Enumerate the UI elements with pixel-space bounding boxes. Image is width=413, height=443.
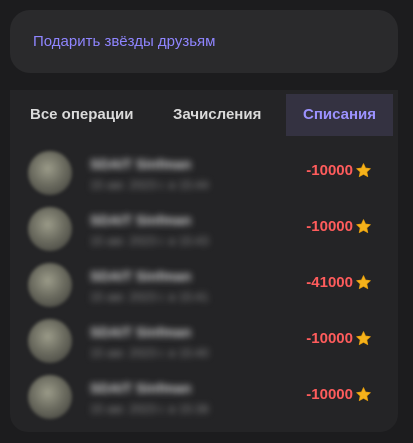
transaction-row[interactable]: SDAIT Sinfman 15 авг. 2023 г. в 15:41 -4… [10, 258, 398, 314]
transaction-row[interactable]: SDAIT Sinfman 15 авг. 2023 г. в 15:40 -1… [10, 314, 398, 370]
gift-stars-button[interactable]: Подарить звёзды друзьям [10, 10, 398, 73]
transaction-row[interactable]: SDAIT Sinfman 15 авг. 2023 г. в 15:38 -1… [10, 370, 398, 426]
avatar [28, 263, 72, 307]
transaction-amount: -10000 [306, 330, 353, 347]
transactions-panel: Все операции Зачисления Списания SDAIT S… [10, 90, 398, 432]
transaction-amount-group: -10000 [306, 330, 372, 347]
transaction-amount: -10000 [306, 218, 353, 235]
transaction-title: SDAIT Sinfman [90, 156, 192, 172]
transaction-amount-group: -10000 [306, 218, 372, 235]
tab-all-operations[interactable]: Все операции [30, 94, 133, 136]
star-icon [356, 387, 371, 402]
transaction-title: SDAIT Sinfman [90, 212, 192, 228]
transaction-row[interactable]: SDAIT Sinfman 15 авг. 2023 г. в 15:43 -1… [10, 202, 398, 258]
avatar [28, 151, 72, 195]
transaction-date: 15 авг. 2023 г. в 15:43 [90, 234, 209, 248]
transaction-title: SDAIT Sinfman [90, 268, 192, 284]
tab-outgoing[interactable]: Списания [286, 94, 393, 136]
transaction-amount: -10000 [306, 386, 353, 403]
star-icon [356, 331, 371, 346]
transaction-amount-group: -41000 [306, 274, 372, 291]
transaction-date: 15 авг. 2023 г. в 15:44 [90, 178, 209, 192]
star-icon [356, 163, 371, 178]
transaction-amount-group: -10000 [306, 386, 372, 403]
transaction-title: SDAIT Sinfman [90, 380, 192, 396]
transaction-title: SDAIT Sinfman [90, 324, 192, 340]
tab-incoming[interactable]: Зачисления [173, 94, 261, 136]
transaction-date: 15 авг. 2023 г. в 15:38 [90, 402, 209, 416]
transaction-row[interactable]: SDAIT Sinfman 15 авг. 2023 г. в 15:44 -1… [10, 146, 398, 202]
transaction-amount-group: -10000 [306, 162, 372, 179]
star-icon [356, 219, 371, 234]
avatar [28, 375, 72, 419]
star-icon [356, 275, 371, 290]
avatar [28, 207, 72, 251]
transaction-tabs: Все операции Зачисления Списания [10, 94, 398, 136]
avatar [28, 319, 72, 363]
transaction-date: 15 авг. 2023 г. в 15:40 [90, 346, 209, 360]
transaction-date: 15 авг. 2023 г. в 15:41 [90, 290, 209, 304]
transaction-amount: -10000 [306, 162, 353, 179]
gift-stars-label: Подарить звёзды друзьям [33, 33, 216, 50]
transaction-amount: -41000 [306, 274, 353, 291]
